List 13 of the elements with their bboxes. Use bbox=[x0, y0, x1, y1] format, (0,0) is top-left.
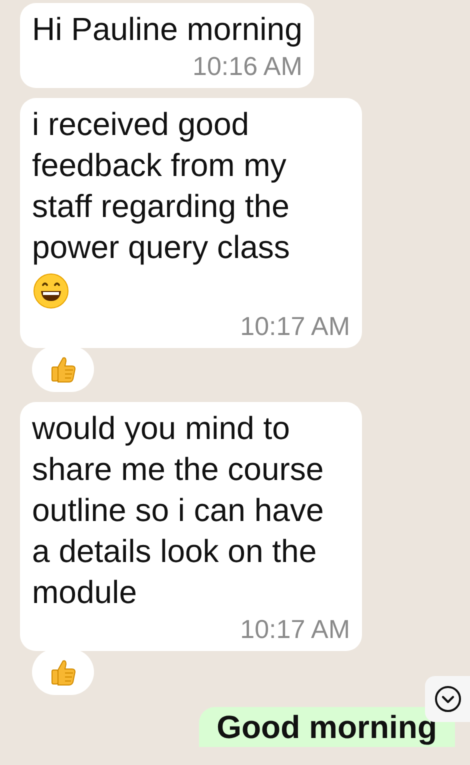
reaction-badge[interactable] bbox=[32, 649, 94, 695]
thumbs-up-icon bbox=[50, 355, 76, 383]
message-text: Good morning bbox=[216, 709, 437, 745]
grinning-face-icon bbox=[32, 272, 70, 310]
message-text: Hi Pauline morning bbox=[32, 10, 302, 49]
chevron-down-icon bbox=[434, 685, 462, 713]
message-time: 10:16 AM bbox=[192, 50, 302, 82]
thumbs-up-icon bbox=[50, 658, 76, 686]
reaction-badge[interactable] bbox=[32, 346, 94, 392]
message-text: i received good feedback from my staff regarding the power query class bbox=[32, 105, 291, 267]
message-time: 10:17 AM bbox=[239, 310, 350, 342]
message-text: would you mind to share me the course outline so i can have a details look on the module bbox=[32, 409, 325, 612]
message-time: 10:17 AM bbox=[239, 613, 350, 645]
